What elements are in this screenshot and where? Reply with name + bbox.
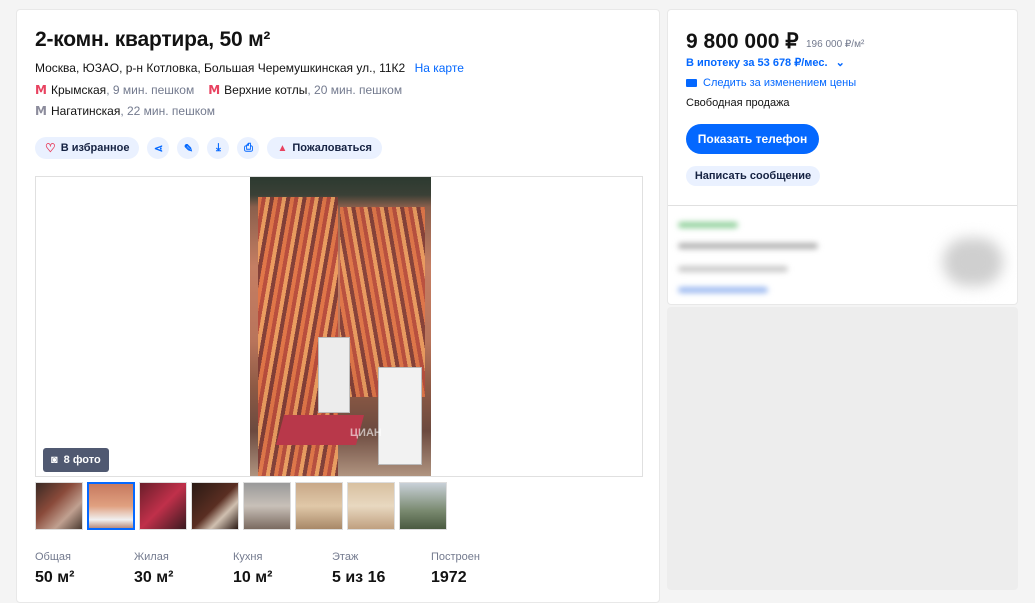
download-button[interactable]: ⤓ xyxy=(207,137,230,159)
sidebar-placeholder xyxy=(667,307,1018,590)
address: Москва, ЮЗАО, р-н Котловка, Большая Чере… xyxy=(35,61,464,75)
thumbnail[interactable] xyxy=(87,482,135,530)
stat-label: Этаж xyxy=(332,551,359,563)
price-per-m2: 196 000 ₽/м² xyxy=(806,39,865,50)
metro-icon: M xyxy=(35,83,47,97)
photo-gallery[interactable]: ЦИАН ◙ 8 фото xyxy=(35,176,643,477)
main-photo[interactable]: ЦИАН xyxy=(250,177,431,476)
share-icon: ⋖ xyxy=(153,142,164,155)
metro-icon: M xyxy=(208,83,221,97)
edit-button[interactable]: ✎ xyxy=(177,137,200,159)
cabinet xyxy=(378,367,422,465)
metro-row: M Нагатинская , 22 мин. пешком xyxy=(35,104,215,118)
photo-count-badge[interactable]: ◙ 8 фото xyxy=(43,448,109,472)
stat-value: 1972 xyxy=(431,569,467,586)
metro-station[interactable]: Нагатинская xyxy=(51,104,120,118)
stat-total: Общая 50 м² xyxy=(35,551,134,587)
write-message-button[interactable]: Написать сообщение xyxy=(686,166,820,186)
metro-distance: , 20 мин. пешком xyxy=(307,83,403,97)
stat-label: Построен xyxy=(431,551,480,563)
chevron-down-icon: ⌄ xyxy=(835,57,845,69)
divider xyxy=(668,205,1017,206)
watermark: ЦИАН xyxy=(350,427,382,439)
print-button[interactable]: ⎙ xyxy=(237,137,260,159)
stat-value: 10 м² xyxy=(233,569,273,586)
thumbnail[interactable] xyxy=(347,482,395,530)
listing-card: 2-комн. квартира, 50 м² Москва, ЮЗАО, р-… xyxy=(16,9,660,603)
thumbnail[interactable] xyxy=(295,482,343,530)
warning-icon: ▲ xyxy=(277,142,288,154)
action-bar: ♡ В избранное ⋖ ✎ ⤓ ⎙ ▲ Пожаловаться xyxy=(35,137,382,159)
complain-button[interactable]: ▲ Пожаловаться xyxy=(267,137,382,159)
share-button[interactable]: ⋖ xyxy=(147,137,170,159)
stat-floor: Этаж 5 из 16 xyxy=(332,551,431,587)
page-title: 2-комн. квартира, 50 м² xyxy=(35,28,271,51)
stat-label: Общая xyxy=(35,551,71,563)
track-price-label: Следить за изменением цены xyxy=(703,77,857,89)
stat-label: Кухня xyxy=(233,551,263,563)
stat-label: Жилая xyxy=(134,551,169,563)
thumbnail[interactable] xyxy=(399,482,447,530)
metro-distance: , 22 мин. пешком xyxy=(120,104,216,118)
favorite-label: В избранное xyxy=(60,142,130,154)
stat-value: 5 из 16 xyxy=(332,569,386,586)
sale-type: Свободная продажа xyxy=(686,97,790,109)
metro-row: M Крымская , 9 мин. пешком M Верхние кот… xyxy=(35,83,402,97)
stat-kitchen: Кухня 10 м² xyxy=(233,551,332,587)
stat-value: 50 м² xyxy=(35,569,75,586)
thumbnail[interactable] xyxy=(243,482,291,530)
price: 9 800 000 ₽ xyxy=(686,30,799,53)
thumbnail[interactable] xyxy=(139,482,187,530)
mortgage-label: В ипотеку за 53 678 ₽/мес. xyxy=(686,57,828,69)
download-icon: ⤓ xyxy=(216,141,221,154)
metro-station[interactable]: Верхние котлы xyxy=(224,83,307,97)
property-stats: Общая 50 м² Жилая 30 м² Кухня 10 м² Этаж… xyxy=(35,551,530,587)
camera-icon: ◙ xyxy=(51,454,58,466)
stat-living: Жилая 30 м² xyxy=(134,551,233,587)
avatar xyxy=(943,238,1003,286)
mortgage-link[interactable]: В ипотеку за 53 678 ₽/мес. ⌄ xyxy=(686,56,845,69)
show-phone-button[interactable]: Показать телефон xyxy=(686,124,819,154)
thumbnail[interactable] xyxy=(35,482,83,530)
pencil-icon: ✎ xyxy=(183,142,194,155)
metro-icon: M xyxy=(35,104,47,118)
stat-built: Построен 1972 xyxy=(431,551,530,587)
metro-station[interactable]: Крымская xyxy=(51,83,106,97)
thumbnail-strip xyxy=(35,482,447,530)
printer-icon: ⎙ xyxy=(244,141,253,154)
track-price-link[interactable]: Следить за изменением цены xyxy=(686,77,856,89)
map-link[interactable]: На карте xyxy=(415,61,464,75)
stove xyxy=(318,337,350,413)
stat-value: 30 м² xyxy=(134,569,174,586)
metro-distance: , 9 мин. пешком xyxy=(106,83,195,97)
heart-icon: ♡ xyxy=(45,141,56,155)
thumbnail[interactable] xyxy=(191,482,239,530)
complain-label: Пожаловаться xyxy=(292,142,372,154)
address-text: Москва, ЮЗАО, р-н Котловка, Большая Чере… xyxy=(35,61,406,75)
envelope-icon xyxy=(686,79,697,87)
photo-count: 8 фото xyxy=(63,454,101,466)
price-sidebar: 9 800 000 ₽ 196 000 ₽/м² В ипотеку за 53… xyxy=(667,9,1018,305)
favorite-button[interactable]: ♡ В избранное xyxy=(35,137,140,159)
